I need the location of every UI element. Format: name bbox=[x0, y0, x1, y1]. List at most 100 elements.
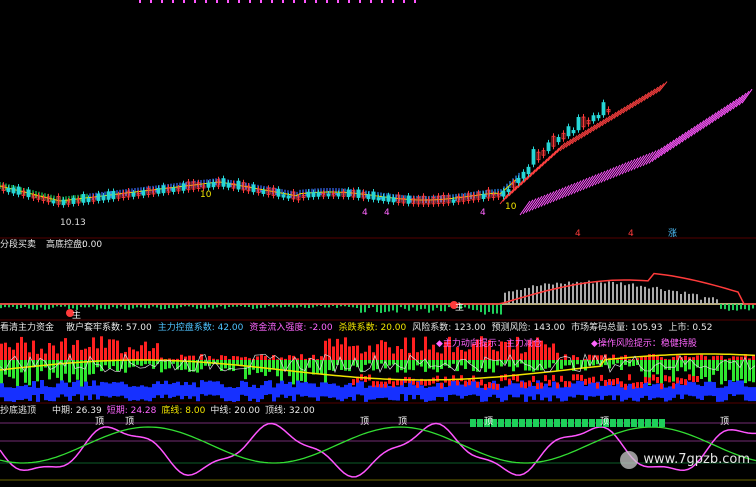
blue-bar bbox=[712, 382, 716, 397]
green-bar bbox=[348, 360, 351, 372]
red-bar bbox=[556, 382, 559, 389]
blue-bar bbox=[292, 387, 296, 402]
red-bar bbox=[640, 381, 643, 388]
red-bar bbox=[588, 354, 591, 360]
red-bar bbox=[420, 350, 423, 360]
red-bar bbox=[352, 379, 355, 386]
band-stroke bbox=[582, 175, 594, 191]
red-bar bbox=[436, 375, 439, 382]
green-bar bbox=[748, 360, 751, 382]
candle bbox=[506, 189, 511, 193]
red-bar bbox=[440, 353, 443, 360]
blue-bar bbox=[160, 383, 164, 398]
red-bar bbox=[392, 353, 395, 360]
panel2-bar bbox=[364, 304, 366, 313]
red-bar bbox=[192, 355, 195, 360]
field-label: 顶线: bbox=[265, 406, 287, 416]
red-bar bbox=[624, 383, 627, 390]
blue-bar bbox=[184, 381, 188, 396]
field-value: 24.28 bbox=[127, 406, 157, 416]
candle bbox=[261, 190, 266, 194]
field-6: 市场筹码总量: 105.93 bbox=[571, 323, 662, 333]
band-stroke bbox=[529, 166, 539, 178]
band-stroke bbox=[544, 153, 554, 164]
panel3-note: ◆主力动向提示：主力减仓 bbox=[436, 339, 542, 350]
candle bbox=[571, 130, 576, 134]
panel2-bar bbox=[392, 304, 394, 311]
band-stroke bbox=[547, 150, 557, 162]
panel2-bar bbox=[380, 304, 382, 313]
red-bar bbox=[520, 381, 523, 388]
green-bar bbox=[556, 360, 559, 371]
green-bar bbox=[564, 360, 567, 366]
blue-bar bbox=[116, 382, 120, 397]
green-bar bbox=[560, 360, 563, 369]
candle bbox=[251, 184, 256, 193]
red-bar bbox=[80, 349, 83, 360]
panel2-bar bbox=[716, 299, 718, 304]
red-bar bbox=[224, 355, 227, 360]
candle bbox=[546, 142, 551, 152]
red-bar bbox=[232, 355, 235, 360]
field-value: -2.00 bbox=[306, 323, 333, 333]
blue-bar bbox=[120, 381, 124, 396]
panel2-bar bbox=[732, 304, 734, 311]
top-mark: 顶 bbox=[600, 417, 610, 427]
candle bbox=[516, 177, 521, 184]
panel2-bar bbox=[724, 304, 726, 310]
red-bar bbox=[552, 343, 555, 360]
blue-bar bbox=[532, 385, 536, 400]
field-0: 中期: 26.39 bbox=[52, 406, 102, 416]
red-bar bbox=[156, 343, 159, 360]
panel2-bar bbox=[388, 304, 390, 312]
red-bar bbox=[24, 342, 27, 360]
blue-bar bbox=[740, 380, 744, 395]
blue-bar bbox=[220, 384, 224, 399]
red-bar bbox=[364, 351, 367, 360]
red-bar bbox=[48, 343, 51, 360]
field-5: 预测风险: 143.00 bbox=[492, 323, 565, 333]
blue-bar bbox=[224, 387, 228, 402]
band-stroke bbox=[522, 199, 534, 215]
candle bbox=[6, 187, 11, 193]
candle bbox=[101, 195, 106, 201]
red-bar bbox=[384, 341, 387, 360]
panel4-fields: 中期: 26.39 短期: 24.28 底线: 8.00 中线: 20.00 顶线: 3… bbox=[52, 406, 320, 417]
marker-label: 4 bbox=[384, 208, 390, 218]
panel2-bar bbox=[624, 285, 626, 304]
candle bbox=[236, 180, 241, 190]
field-label: 预测风险: bbox=[491, 323, 531, 333]
band-stroke bbox=[525, 198, 537, 213]
red-bar bbox=[668, 376, 671, 383]
blue-bar bbox=[296, 380, 300, 395]
band-stroke bbox=[618, 161, 630, 176]
blue-bar bbox=[592, 382, 596, 397]
blue-bar bbox=[736, 380, 740, 395]
blue-bar bbox=[560, 387, 564, 402]
blue-bar bbox=[96, 385, 100, 400]
red-bar bbox=[512, 349, 515, 360]
red-bar bbox=[440, 382, 443, 389]
band-stroke bbox=[615, 162, 627, 177]
red-bar bbox=[76, 340, 79, 360]
candle bbox=[276, 188, 281, 197]
red-bar bbox=[484, 383, 487, 390]
blue-bar bbox=[548, 387, 552, 402]
panel2-bar bbox=[588, 280, 590, 304]
red-bar bbox=[112, 339, 115, 360]
red-bar bbox=[216, 359, 219, 360]
panel2-bar bbox=[440, 304, 442, 312]
field-value: 26.39 bbox=[73, 406, 102, 416]
blue-bar bbox=[316, 386, 320, 401]
blue-bar bbox=[392, 386, 396, 401]
signal-block bbox=[470, 419, 476, 427]
red-bar bbox=[700, 354, 703, 360]
red-bar bbox=[492, 383, 495, 390]
panel2-bar bbox=[672, 290, 674, 304]
panel2-bar bbox=[472, 304, 474, 310]
candle bbox=[171, 187, 176, 192]
panel2-bar bbox=[432, 304, 434, 311]
panel2-bar bbox=[104, 304, 106, 310]
blue-bar bbox=[236, 387, 240, 402]
red-bar bbox=[376, 381, 379, 388]
